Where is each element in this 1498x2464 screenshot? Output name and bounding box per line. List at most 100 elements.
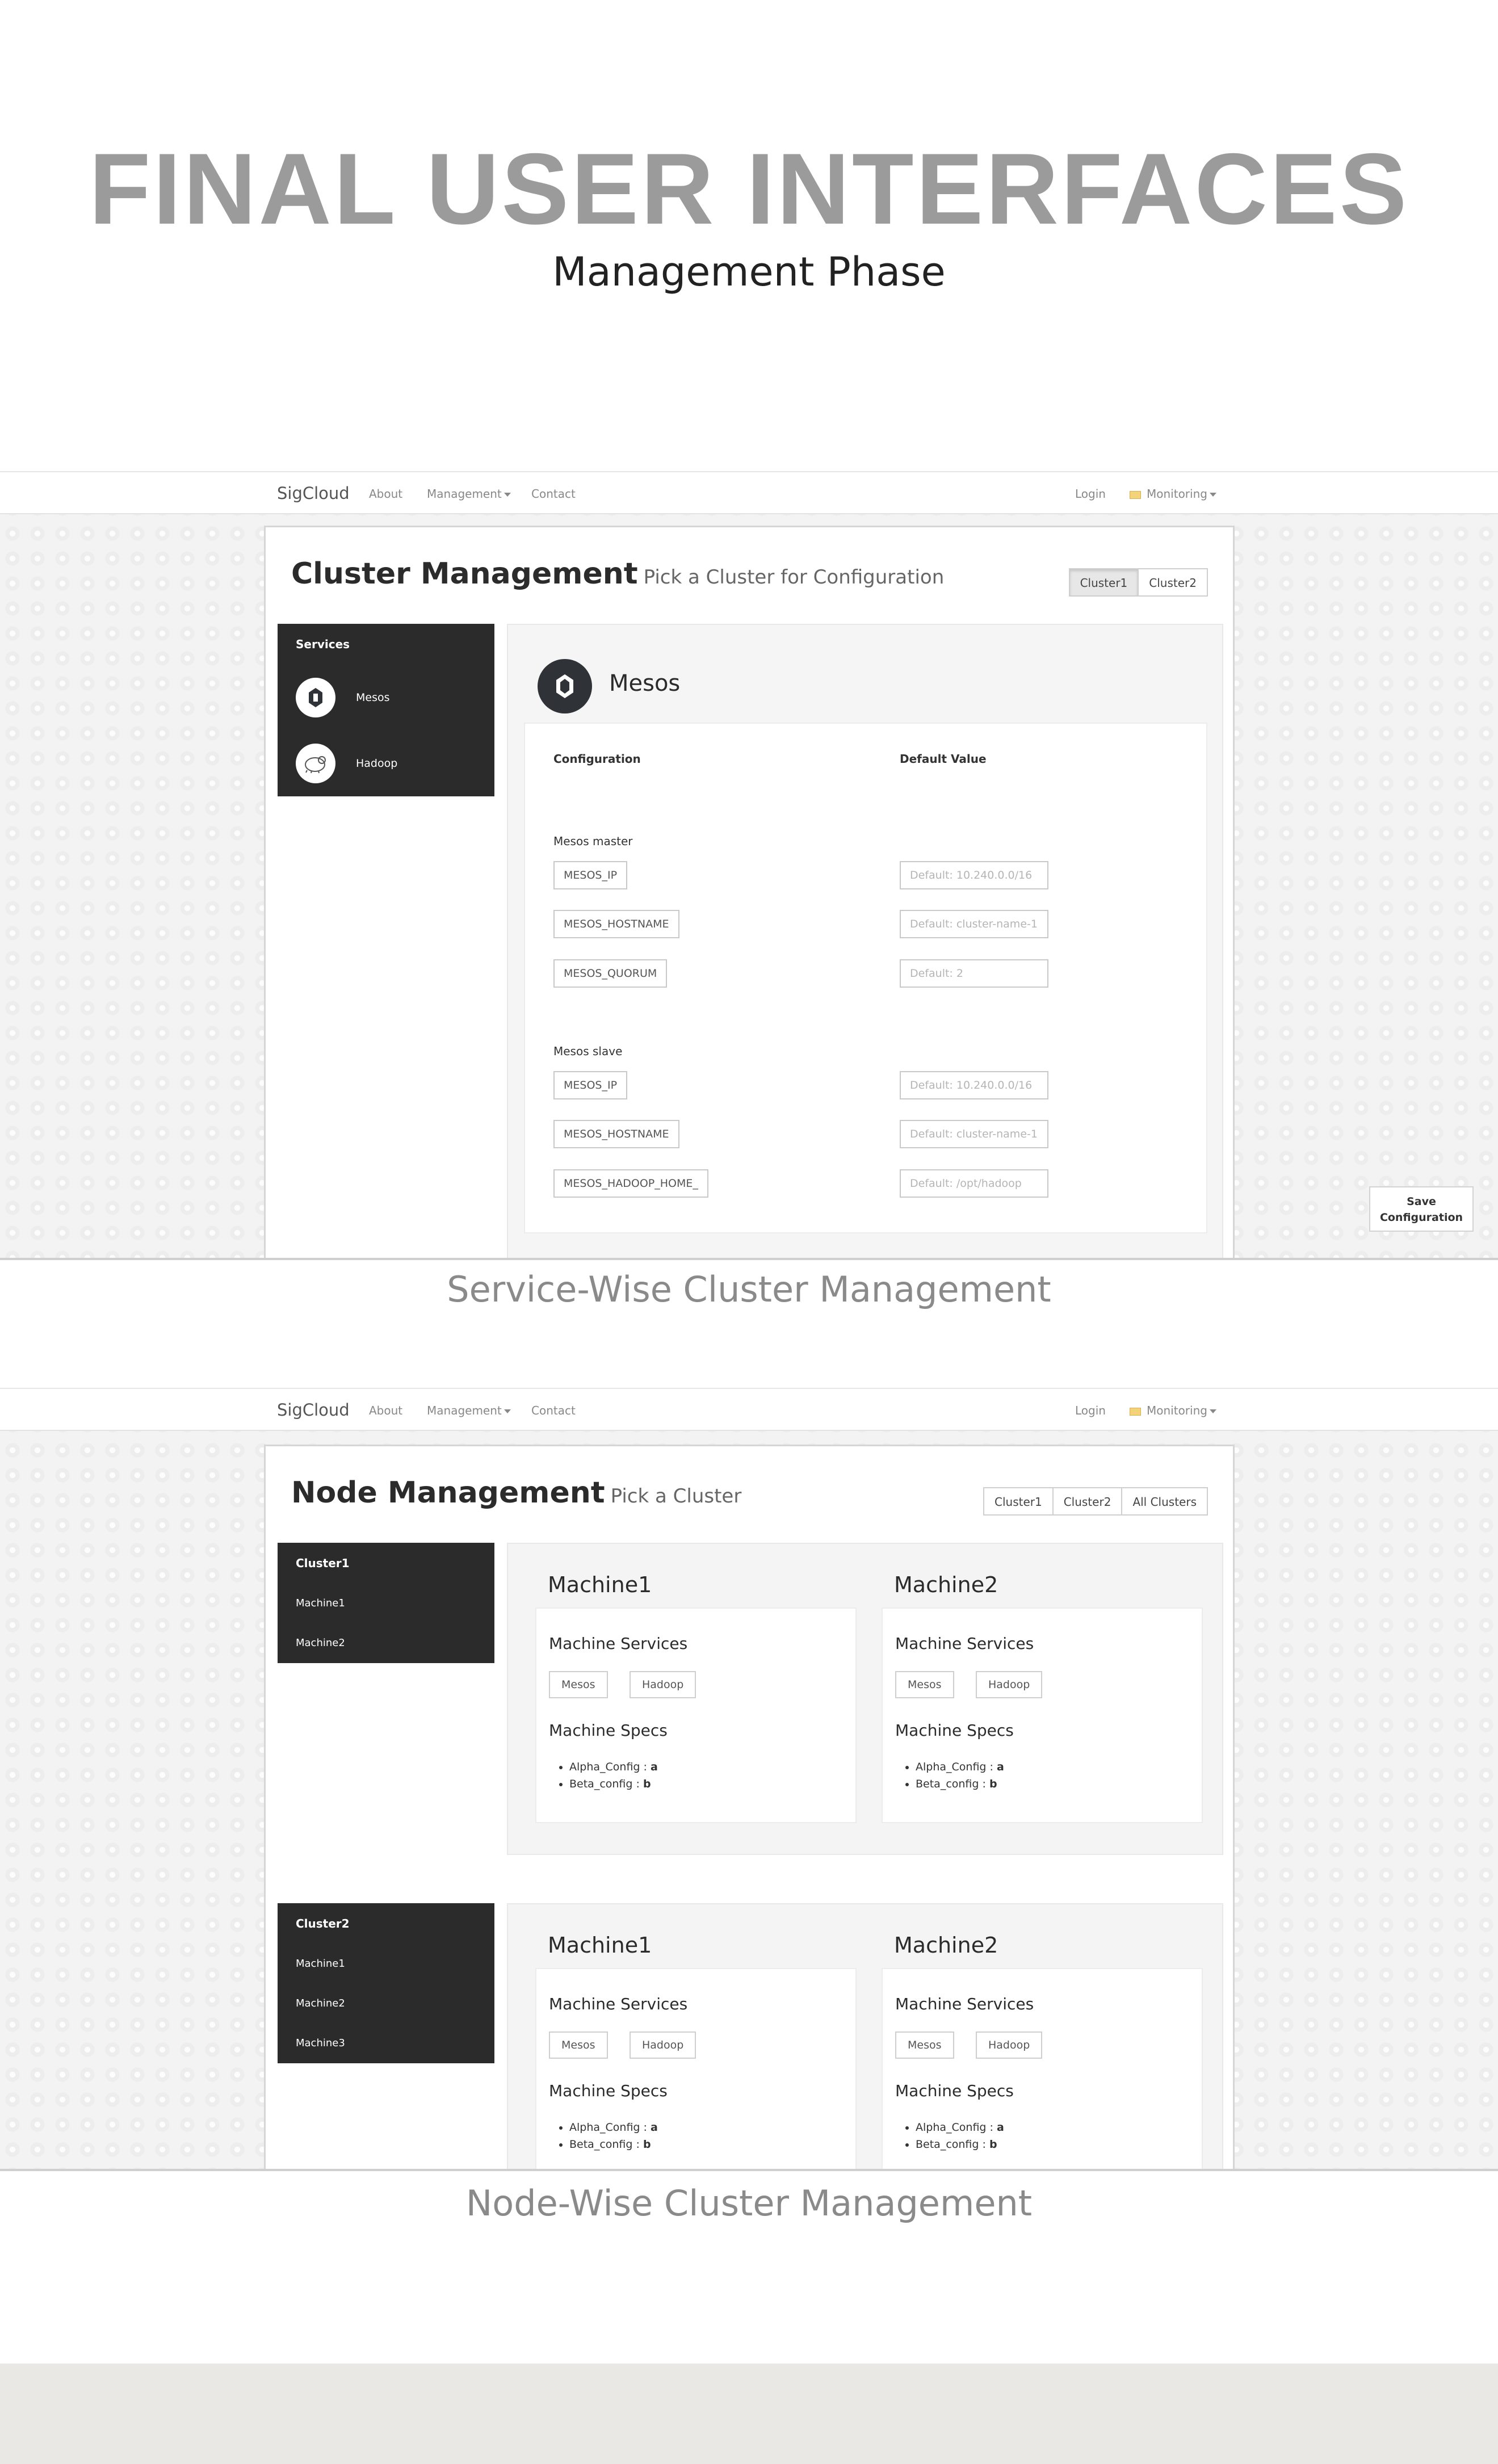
spec-value: b xyxy=(989,2138,997,2151)
panel-subtitle: Pick a Cluster for Configuration xyxy=(643,566,945,589)
monitor-icon xyxy=(1130,490,1141,499)
config-field-slave-mesos-hostname[interactable]: MESOS_HOSTNAME xyxy=(553,1120,679,1148)
machine-specs-list: Alpha_Config : a Beta_config : b xyxy=(916,2119,1004,2153)
nav-monitoring[interactable]: Monitoring xyxy=(1130,1404,1216,1417)
sidebar-heading[interactable]: Cluster1 xyxy=(278,1543,494,1584)
panel-title: Node Management Pick a Cluster xyxy=(291,1476,741,1510)
nav-login[interactable]: Login xyxy=(1075,1404,1106,1417)
all-clusters-button[interactable]: All Clusters xyxy=(1121,1487,1208,1516)
cluster-button-group: Cluster1 Cluster2 All Clusters xyxy=(983,1487,1208,1516)
services-sidebar: Services Mesos Hadoop xyxy=(278,624,494,796)
mesos-master-label: Mesos master xyxy=(553,834,633,848)
service-tag-hadoop[interactable]: Hadoop xyxy=(976,1671,1043,1698)
service-tag-mesos[interactable]: Mesos xyxy=(895,1671,954,1698)
sidebar-item-machine2[interactable]: Machine2 xyxy=(278,1984,494,2024)
configuration-column-header: Configuration xyxy=(553,752,641,766)
cluster1-button[interactable]: Cluster1 xyxy=(983,1487,1054,1516)
save-button-line1: Save xyxy=(1407,1195,1436,1208)
nav-management[interactable]: Management xyxy=(427,487,511,501)
config-field-mesos-quorum[interactable]: MESOS_QUORUM xyxy=(553,959,668,988)
machine-card: Machine Services Mesos Hadoop Machine Sp… xyxy=(535,1968,857,2169)
spec-key: Beta_config xyxy=(916,2138,979,2151)
panel-title: Cluster Management Pick a Cluster for Con… xyxy=(291,557,944,591)
nav-contact[interactable]: Contact xyxy=(531,487,576,501)
service-tag-mesos[interactable]: Mesos xyxy=(895,2031,954,2059)
spec-item: Beta_config : b xyxy=(569,1775,658,1793)
config-field-mesos-hostname[interactable]: MESOS_HOSTNAME xyxy=(553,910,679,938)
service-tag-hadoop[interactable]: Hadoop xyxy=(630,2031,696,2059)
default-field-slave-mesos-ip[interactable]: Default: 10.240.0.0/16 xyxy=(900,1071,1048,1099)
machine-services-heading: Machine Services xyxy=(895,1634,1034,1653)
cluster-management-panel: Cluster Management Pick a Cluster for Con… xyxy=(264,526,1235,1258)
default-field-mesos-ip[interactable]: Default: 10.240.0.0/16 xyxy=(900,861,1048,889)
spec-key: Beta_config xyxy=(569,1778,633,1790)
chevron-down-icon xyxy=(1209,1409,1216,1413)
machine-card: Machine Services Mesos Hadoop Machine Sp… xyxy=(882,1607,1203,1823)
machine-specs-list: Alpha_Config : a Beta_config : b xyxy=(916,1758,1004,1793)
sidebar-item-mesos[interactable]: Mesos xyxy=(278,665,494,731)
sidebar-item-machine3[interactable]: Machine3 xyxy=(278,2024,494,2063)
sidebar-item-machine2[interactable]: Machine2 xyxy=(278,1623,494,1663)
cluster1-button[interactable]: Cluster1 xyxy=(1068,568,1139,597)
nav-monitoring-label: Monitoring xyxy=(1147,487,1207,501)
config-field-mesos-hadoop-home[interactable]: MESOS_HADOOP_HOME_ xyxy=(553,1169,708,1198)
page-title: FINAL USER INTERFACES xyxy=(89,132,1409,245)
service-tag-mesos[interactable]: Mesos xyxy=(549,2031,608,2059)
service-tag-hadoop[interactable]: Hadoop xyxy=(630,1671,696,1698)
cluster-management-screenshot: SigCloud About Management Contact Login … xyxy=(0,471,1498,1260)
service-tag-hadoop[interactable]: Hadoop xyxy=(976,2031,1043,2059)
default-field-mesos-quorum[interactable]: Default: 2 xyxy=(900,959,1048,988)
machine-specs-list: Alpha_Config : a Beta_config : b xyxy=(569,2119,658,2153)
sidebar-item-machine1[interactable]: Machine1 xyxy=(278,1944,494,1984)
brand-link[interactable]: SigCloud xyxy=(277,484,350,503)
nav-management[interactable]: Management xyxy=(427,1404,511,1417)
nav-login[interactable]: Login xyxy=(1075,487,1106,501)
service-tag-mesos[interactable]: Mesos xyxy=(549,1671,608,1698)
cluster1-sidebar: Cluster1 Machine1 Machine2 xyxy=(278,1543,494,1663)
spec-key: Beta_config xyxy=(916,1778,979,1790)
save-button-line2: Configuration xyxy=(1379,1211,1463,1224)
machine-specs-heading: Machine Specs xyxy=(895,1721,1014,1740)
cluster2-sidebar: Cluster2 Machine1 Machine2 Machine3 xyxy=(278,1903,494,2063)
config-field-slave-mesos-ip[interactable]: MESOS_IP xyxy=(553,1071,628,1099)
mesos-badge-icon xyxy=(538,659,592,713)
nav-contact[interactable]: Contact xyxy=(531,1404,576,1417)
default-field-mesos-hostname[interactable]: Default: cluster-name-1 xyxy=(900,910,1048,938)
node-management-screenshot: SigCloud About Management Contact Login … xyxy=(0,1388,1498,2171)
caption-node-wise: Node-Wise Cluster Management xyxy=(465,2182,1033,2224)
cluster2-button[interactable]: Cluster2 xyxy=(1138,568,1208,597)
default-field-slave-mesos-hostname[interactable]: Default: cluster-name-1 xyxy=(900,1120,1048,1148)
chevron-down-icon xyxy=(503,1409,511,1413)
sidebar-item-hadoop[interactable]: Hadoop xyxy=(278,731,494,796)
nav-about[interactable]: About xyxy=(369,1404,402,1417)
spec-value: b xyxy=(643,2138,651,2151)
save-configuration-button[interactable]: Save Configuration xyxy=(1369,1186,1474,1232)
machine-card: Machine Services Mesos Hadoop Machine Sp… xyxy=(535,1607,857,1823)
nav-about[interactable]: About xyxy=(369,487,402,501)
spec-key: Beta_config xyxy=(569,2138,633,2151)
brand-link[interactable]: SigCloud xyxy=(277,1400,350,1420)
nav-monitoring[interactable]: Monitoring xyxy=(1130,487,1216,501)
sidebar-item-machine1[interactable]: Machine1 xyxy=(278,1584,494,1623)
machine-specs-heading: Machine Specs xyxy=(549,1721,668,1740)
panel-subtitle: Pick a Cluster xyxy=(610,1485,742,1508)
default-field-mesos-hadoop-home[interactable]: Default: /opt/hadoop xyxy=(900,1169,1048,1198)
machine-title: Machine2 xyxy=(894,1572,998,1597)
config-field-mesos-ip[interactable]: MESOS_IP xyxy=(553,861,628,889)
spec-value: a xyxy=(650,2121,658,2134)
machine-title: Machine1 xyxy=(548,1572,652,1597)
panel-title-text: Node Management xyxy=(291,1476,605,1510)
machine-specs-heading: Machine Specs xyxy=(549,2081,668,2100)
cluster-button-group: Cluster1 Cluster2 xyxy=(1068,568,1208,597)
machine-specs-heading: Machine Specs xyxy=(895,2081,1014,2100)
default-value-column-header: Default Value xyxy=(900,752,987,766)
page-subtitle: Management Phase xyxy=(552,249,946,295)
chevron-down-icon xyxy=(1209,493,1216,497)
chevron-down-icon xyxy=(503,493,511,497)
service-title: Mesos xyxy=(609,670,681,696)
node-management-panel: Node Management Pick a Cluster Cluster1 C… xyxy=(264,1445,1235,2169)
cluster2-button[interactable]: Cluster2 xyxy=(1052,1487,1123,1516)
spec-value: a xyxy=(650,1761,658,1773)
top-navbar: SigCloud About Management Contact Login … xyxy=(0,471,1498,514)
sidebar-heading[interactable]: Cluster2 xyxy=(278,1903,494,1944)
